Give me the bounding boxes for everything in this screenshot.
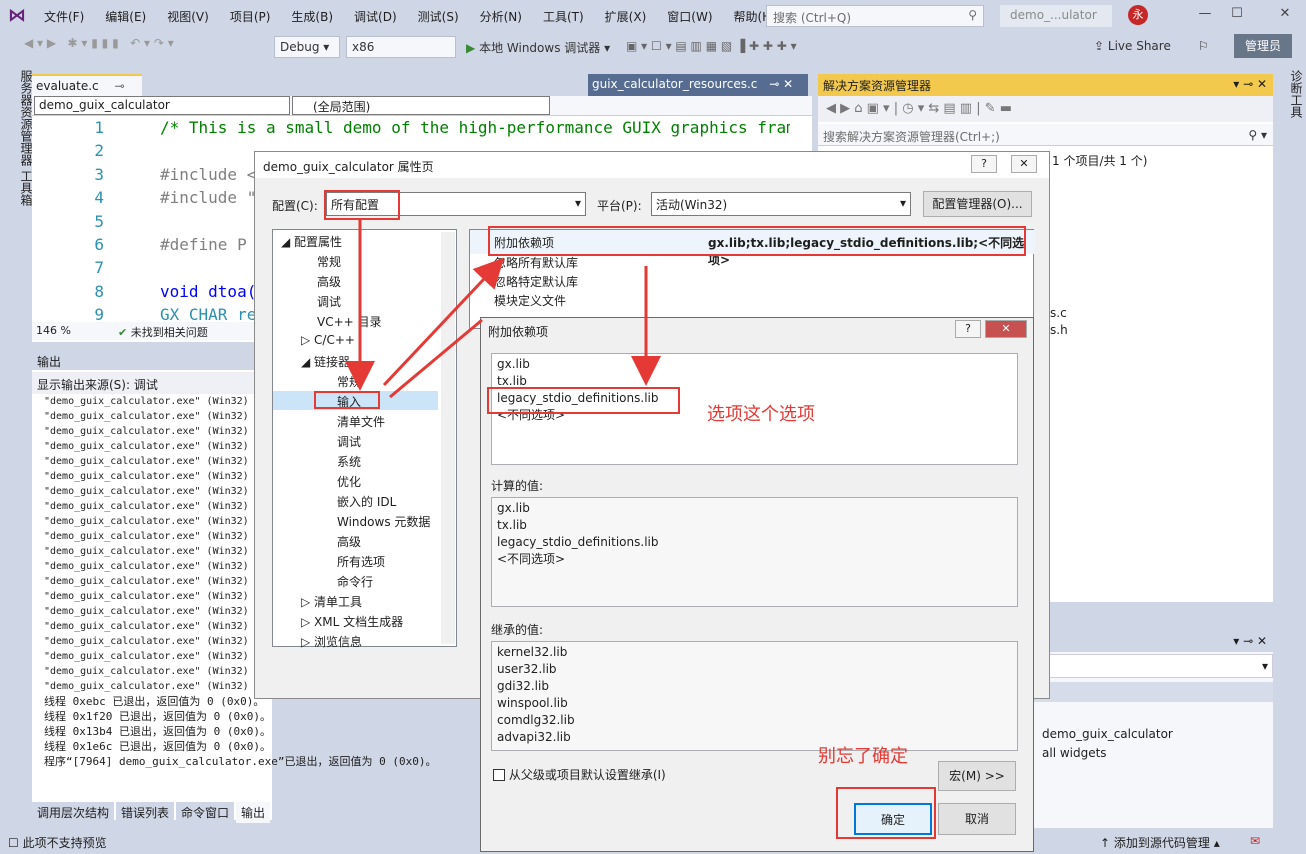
- annotation-arrows: [345, 220, 661, 399]
- arrow-to-grid: [382, 257, 505, 387]
